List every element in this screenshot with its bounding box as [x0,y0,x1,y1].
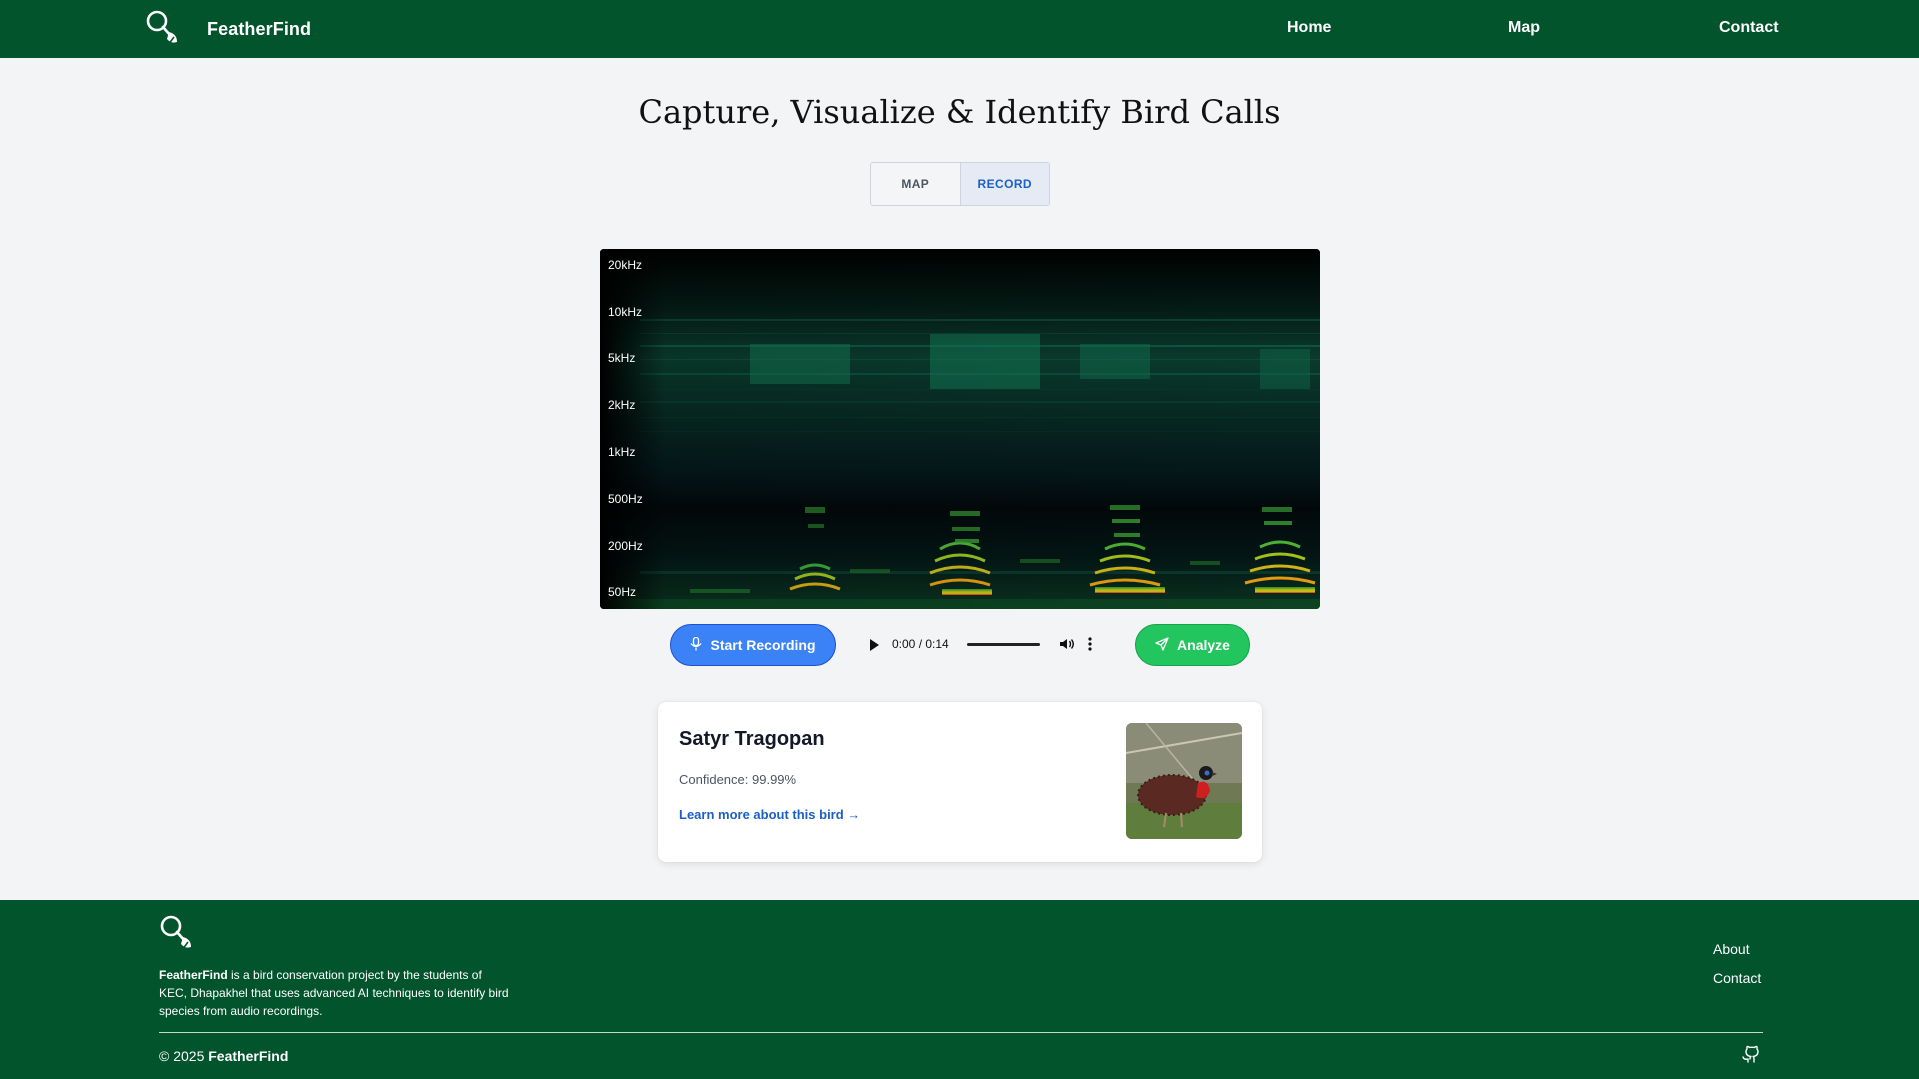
audio-time: 0:00 / 0:14 [892,637,949,651]
footer-description: FeatherFind is a bird conservation proje… [159,966,511,1020]
brand-home-link[interactable]: FeatherFind [145,8,311,50]
top-navbar: FeatherFind Home Map Contact [0,0,1919,58]
audio-seek-bar[interactable] [967,643,1040,646]
start-recording-button[interactable]: Start Recording [670,624,836,666]
tab-map[interactable]: MAP [871,163,961,205]
brand-name: FeatherFind [207,18,312,39]
copyright-brand: FeatherFind [208,1048,289,1064]
magnifier-feather-icon [159,914,195,959]
freq-label-50hz: 50Hz [608,585,637,599]
freq-label-5khz: 5kHz [608,351,636,365]
microphone-icon [690,636,702,654]
bird-photo [1126,723,1242,839]
footer-link-contact[interactable]: Contact [1713,970,1761,986]
play-icon[interactable] [870,639,879,651]
github-icon[interactable] [1741,1044,1761,1069]
start-recording-label: Start Recording [710,637,816,653]
audio-player: 0:00 / 0:14 [862,626,1110,664]
tab-record[interactable]: RECORD [960,163,1049,205]
analyze-label: Analyze [1177,637,1230,653]
site-footer: FeatherFind is a bird conservation proje… [0,900,1919,1079]
send-icon [1155,636,1169,654]
spectrogram-canvas: 20kHz 10kHz 5kHz 2kHz 1kHz 500Hz 200Hz 5… [600,249,1320,609]
footer-divider [159,1032,1763,1033]
mode-tabs: MAP RECORD [870,162,1050,206]
freq-label-200hz: 200Hz [608,539,643,553]
footer-brand: FeatherFind [159,968,228,982]
copyright-prefix: © 2025 [159,1048,209,1064]
magnifier-feather-icon [145,9,181,49]
learn-more-link[interactable]: Learn more about this bird → [679,807,860,822]
result-card: Satyr Tragopan Confidence: 99.99% Learn … [658,702,1262,862]
freq-label-1khz: 1kHz [608,445,636,459]
confidence-text: Confidence: 99.99% [679,772,797,787]
nav-map[interactable]: Map [1508,19,1540,37]
nav-contact[interactable]: Contact [1719,19,1779,37]
nav-home[interactable]: Home [1287,19,1331,37]
freq-label-2khz: 2kHz [608,398,636,412]
freq-label-20khz: 20kHz [608,258,643,272]
analyze-button[interactable]: Analyze [1135,624,1250,666]
footer-link-about[interactable]: About [1713,941,1750,957]
page-title: Capture, Visualize & Identify Bird Calls [638,93,1281,131]
freq-label-500hz: 500Hz [608,492,643,506]
spectrogram-image [600,249,1320,609]
bird-name: Satyr Tragopan [679,728,825,750]
freq-label-10khz: 10kHz [608,305,643,319]
volume-icon[interactable] [1059,636,1075,655]
copyright: © 2025 FeatherFind [159,1048,288,1064]
more-options-icon[interactable] [1087,636,1093,655]
